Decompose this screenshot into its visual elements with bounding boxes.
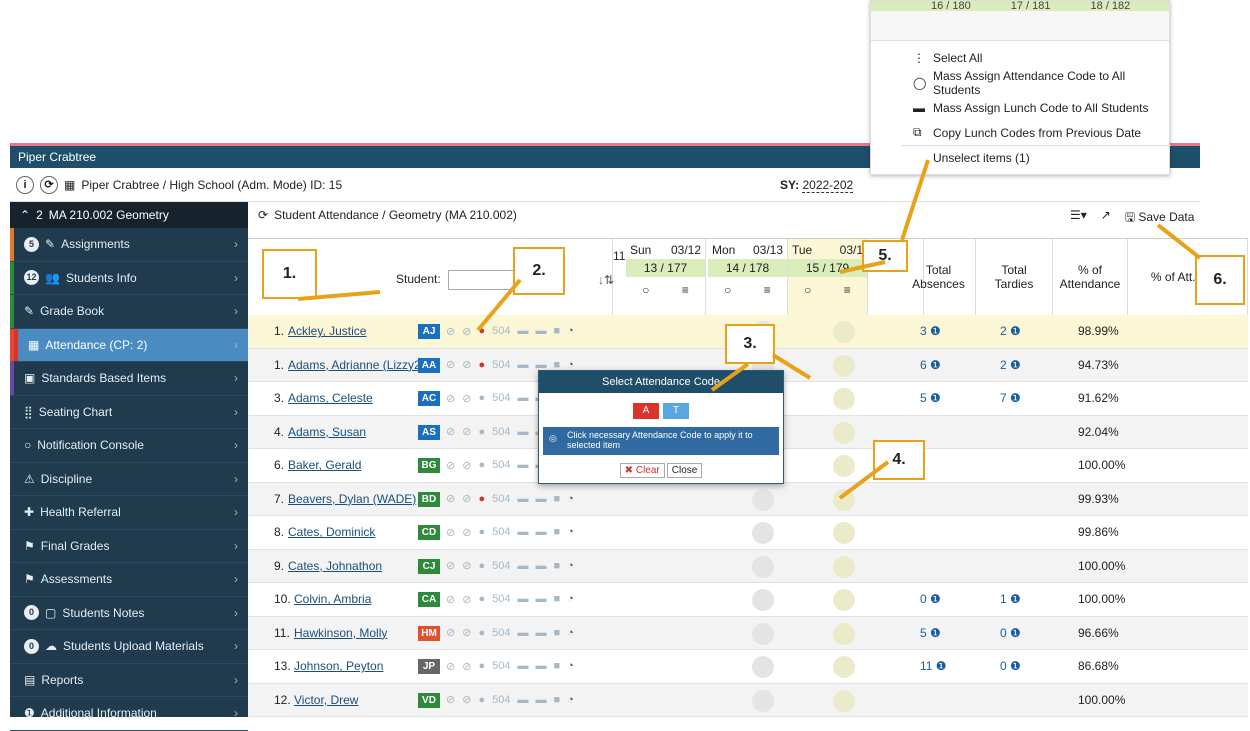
- callout-arrows: [297, 159, 1202, 500]
